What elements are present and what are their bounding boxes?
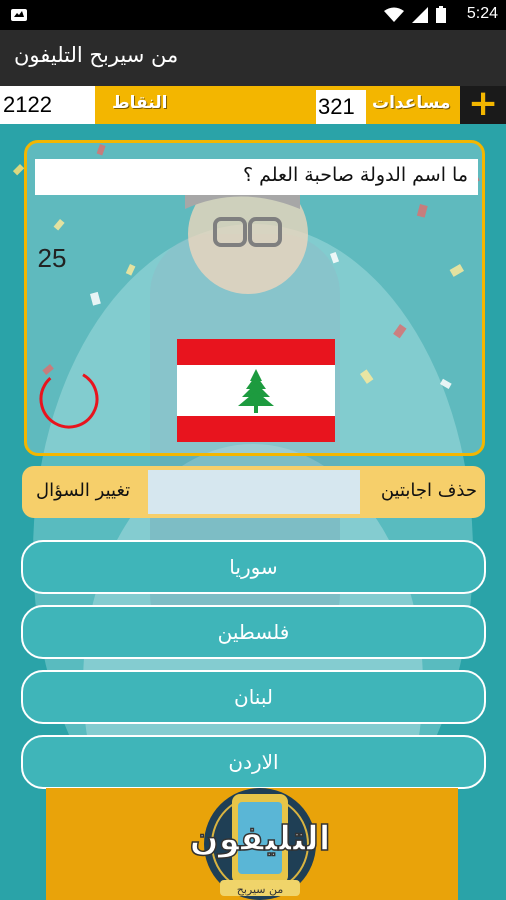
plus-icon: + <box>468 83 499 124</box>
lifeline-divider <box>148 470 360 514</box>
question-text: ما اسم الدولة صاحبة العلم ؟ <box>35 159 478 195</box>
logo-title: التليفون <box>190 819 331 859</box>
logo-subtitle: من سيربح <box>237 883 284 896</box>
app-title: من سيربح التليفون <box>14 43 179 67</box>
answer-option[interactable]: الاردن <box>21 735 486 789</box>
answer-option[interactable]: لبنان <box>21 670 486 724</box>
remove-two-answers-button[interactable]: حذف اجابتين <box>381 480 477 501</box>
lebanon-flag <box>177 339 335 442</box>
battery-icon <box>436 6 446 23</box>
status-icons <box>384 6 446 23</box>
status-bar: 5:24 <box>0 0 506 30</box>
timer-value: 25 <box>37 243 67 273</box>
change-question-button[interactable]: تغيير السؤال <box>36 480 130 501</box>
answer-option[interactable]: فلسطين <box>21 605 486 659</box>
helps-label: مساعدات <box>372 93 451 113</box>
clock: 5:24 <box>466 5 498 22</box>
timer-ring <box>39 369 99 429</box>
points-value: 2122 <box>0 86 95 124</box>
add-helps-button[interactable]: + <box>460 86 506 124</box>
helps-value: 321 <box>316 90 366 124</box>
answer-option[interactable]: سوريا <box>21 540 486 594</box>
points-label: النقاط <box>112 93 168 113</box>
score-bar: 2122 النقاط 321 مساعدات + <box>0 86 506 124</box>
lifelines-bar: حذف اجابتين تغيير السؤال <box>22 466 485 518</box>
notification-icon <box>11 9 27 21</box>
signal-icon <box>412 6 428 23</box>
app-logo: التليفون من سيربح <box>189 788 331 900</box>
question-card: ما اسم الدولة صاحبة العلم ؟ <box>24 140 485 456</box>
app-bar: من سيربح التليفون <box>0 30 506 86</box>
wifi-icon <box>384 7 404 22</box>
